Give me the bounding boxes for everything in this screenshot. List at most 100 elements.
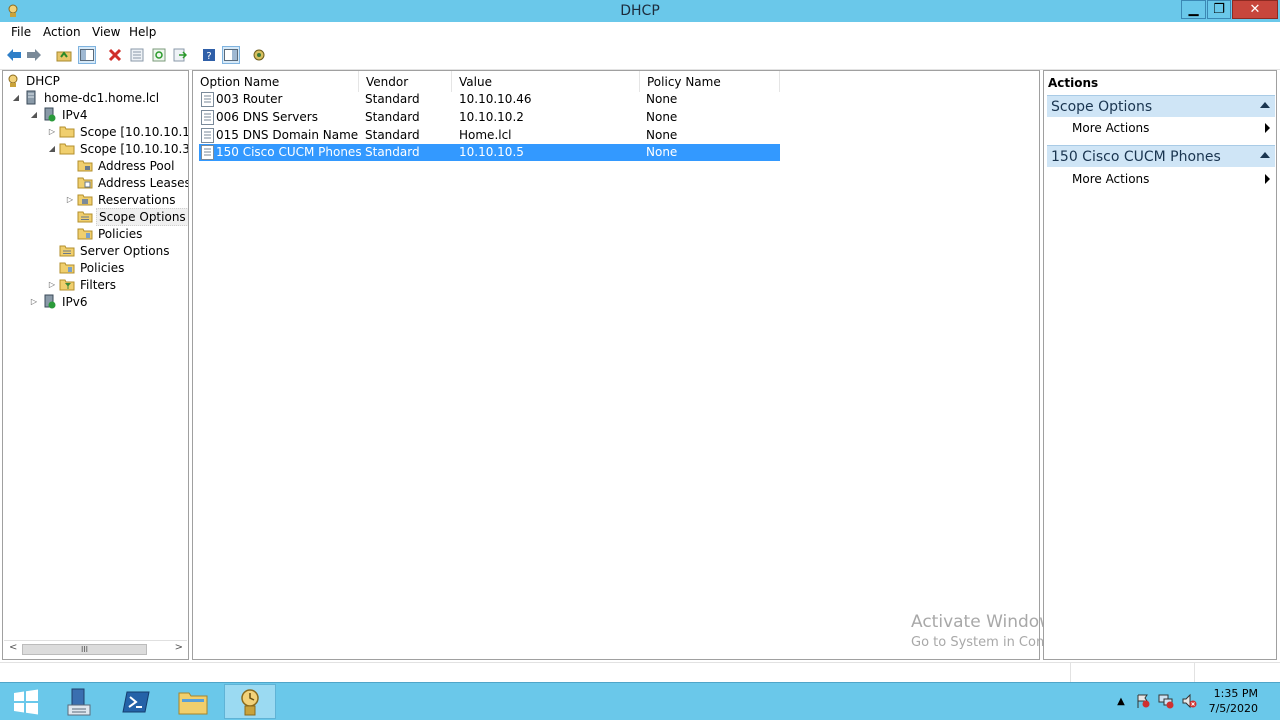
table-row[interactable]: 006 DNS Servers Standard 10.10.10.2 None: [199, 109, 780, 126]
tree-horizontal-scrollbar[interactable]: < III >: [4, 640, 187, 658]
table-row[interactable]: 015 DNS Domain Name Standard Home.lcl No…: [199, 127, 780, 144]
ipv6-icon: [44, 294, 56, 309]
menu-file[interactable]: File: [11, 25, 31, 39]
option-name: 150 Cisco CUCM Phones: [216, 145, 362, 159]
forward-icon[interactable]: [25, 46, 43, 64]
minimize-button[interactable]: ▁: [1181, 0, 1206, 19]
status-bar: [0, 662, 1280, 683]
system-clock[interactable]: 1:35 PM 7/5/2020: [1209, 686, 1258, 716]
option-policy: None: [646, 145, 678, 159]
option-value: 10.10.10.2: [459, 110, 524, 124]
tree-label: Address Pool: [98, 158, 175, 173]
policies-icon: [77, 228, 93, 240]
column-value[interactable]: Value: [452, 71, 640, 92]
table-row[interactable]: 003 Router Standard 10.10.10.46 None: [199, 91, 780, 108]
close-button[interactable]: ✕: [1232, 0, 1278, 19]
option-value: 10.10.10.46: [459, 92, 532, 106]
dhcp-root-icon: [8, 74, 18, 87]
tree-label: Reservations: [98, 192, 176, 207]
server-icon: [26, 90, 36, 105]
status-segment: [1070, 663, 1195, 683]
tree-item-scope-1[interactable]: ▷ Scope [10.10.10.16] VL: [47, 123, 188, 140]
column-option-name[interactable]: Option Name: [193, 71, 359, 92]
option-policy: None: [646, 110, 678, 124]
more-actions-link[interactable]: More Actions: [1072, 121, 1149, 135]
more-actions-link[interactable]: More Actions: [1072, 172, 1149, 186]
options-list: Option Name Vendor Value Policy Name 003…: [192, 70, 1245, 660]
windows-logo-icon: [14, 689, 38, 714]
option-value: 10.10.10.5: [459, 145, 524, 159]
tree-item-server[interactable]: ◢ home-dc1.home.lcl: [11, 89, 161, 106]
tree-item-filters[interactable]: ▷ Filters: [47, 276, 118, 293]
tree-item-scope-policies[interactable]: Policies: [77, 225, 144, 242]
taskbar: ▲ 1:35 PM 7/5/2020: [0, 682, 1280, 720]
option-icon: [201, 92, 214, 107]
taskbar-server-manager[interactable]: [53, 684, 105, 719]
tree-label: DHCP: [26, 73, 60, 88]
menu-bar: File Action View Help: [0, 22, 1280, 42]
taskbar-file-explorer[interactable]: [167, 684, 219, 719]
tree-item-ipv4[interactable]: ◢ IPv4: [29, 106, 90, 123]
collapse-icon[interactable]: ◢: [11, 93, 21, 102]
folder-icon: [59, 143, 75, 155]
network-icon[interactable]: [1158, 693, 1174, 709]
scroll-right-icon[interactable]: >: [175, 642, 183, 653]
export-list-icon[interactable]: [171, 46, 189, 64]
delete-icon[interactable]: [106, 46, 124, 64]
actions-header: Actions: [1048, 76, 1099, 90]
up-folder-icon[interactable]: [55, 46, 73, 64]
volume-muted-icon[interactable]: [1181, 693, 1197, 709]
scroll-thumb[interactable]: III: [22, 644, 147, 655]
collapse-icon[interactable]: ◢: [47, 144, 57, 153]
actions-group-title: 150 Cisco CUCM Phones: [1051, 148, 1221, 165]
expand-icon[interactable]: ▷: [47, 127, 57, 136]
column-policy-name[interactable]: Policy Name: [640, 71, 780, 92]
option-name: 015 DNS Domain Name: [216, 128, 359, 142]
start-button[interactable]: [0, 684, 52, 719]
tree-item-ipv6[interactable]: ▷ IPv6: [29, 293, 90, 310]
back-icon[interactable]: [5, 46, 23, 64]
collapse-up-icon[interactable]: [1260, 102, 1270, 108]
tree-label: IPv6: [62, 294, 88, 309]
collapse-up-icon[interactable]: [1260, 152, 1270, 158]
reservations-icon: [77, 194, 93, 206]
tree-label: Policies: [98, 226, 143, 241]
menu-view[interactable]: View: [92, 25, 120, 39]
add-server-icon[interactable]: [250, 46, 268, 64]
option-policy: None: [646, 92, 678, 106]
restore-button[interactable]: ❐: [1207, 0, 1231, 19]
show-hidden-icons-icon[interactable]: ▲: [1113, 693, 1129, 709]
refresh-icon[interactable]: [150, 46, 168, 64]
expand-icon[interactable]: ▷: [29, 297, 39, 306]
tree-item-server-options[interactable]: Server Options: [59, 242, 171, 259]
help-icon[interactable]: ?: [200, 46, 218, 64]
properties-icon[interactable]: [128, 46, 146, 64]
tree-item-dhcp[interactable]: DHCP: [5, 72, 62, 89]
console-tree: DHCP ◢ home-dc1.home.lcl ◢ IPv4 ▷ Scope …: [2, 70, 189, 660]
tree-label: IPv4: [62, 107, 88, 122]
tree-item-address-pool[interactable]: Address Pool: [77, 157, 176, 174]
menu-action[interactable]: Action: [43, 25, 81, 39]
expand-icon[interactable]: ▷: [65, 195, 75, 204]
actions-group-scope-options[interactable]: Scope Options: [1047, 95, 1275, 117]
tree-label: Server Options: [80, 243, 170, 258]
tree-item-reservations[interactable]: ▷ Reservations: [65, 191, 177, 208]
taskbar-powershell[interactable]: [110, 684, 162, 719]
tree-item-scope-2[interactable]: ◢ Scope [10.10.10.32] VL: [47, 140, 188, 157]
folder-icon: [178, 692, 208, 714]
tree-item-address-leases[interactable]: Address Leases: [77, 174, 188, 191]
taskbar-dhcp[interactable]: [224, 684, 276, 719]
menu-help[interactable]: Help: [129, 25, 156, 39]
column-vendor[interactable]: Vendor: [359, 71, 452, 92]
expand-icon[interactable]: ▷: [47, 280, 57, 289]
show-hide-tree-icon[interactable]: [78, 46, 96, 64]
table-row-selected[interactable]: 150 Cisco CUCM Phones Standard 10.10.10.…: [199, 144, 780, 161]
show-hide-action-pane-icon[interactable]: [222, 46, 240, 64]
collapse-icon[interactable]: ◢: [29, 110, 39, 119]
action-center-flag-icon[interactable]: [1135, 693, 1151, 709]
scroll-left-icon[interactable]: <: [9, 642, 17, 653]
address-leases-icon: [77, 177, 93, 189]
tree-item-scope-options[interactable]: Scope Options: [77, 207, 188, 226]
tree-item-policies[interactable]: Policies: [59, 259, 126, 276]
actions-group-selected-option[interactable]: 150 Cisco CUCM Phones: [1047, 145, 1275, 167]
